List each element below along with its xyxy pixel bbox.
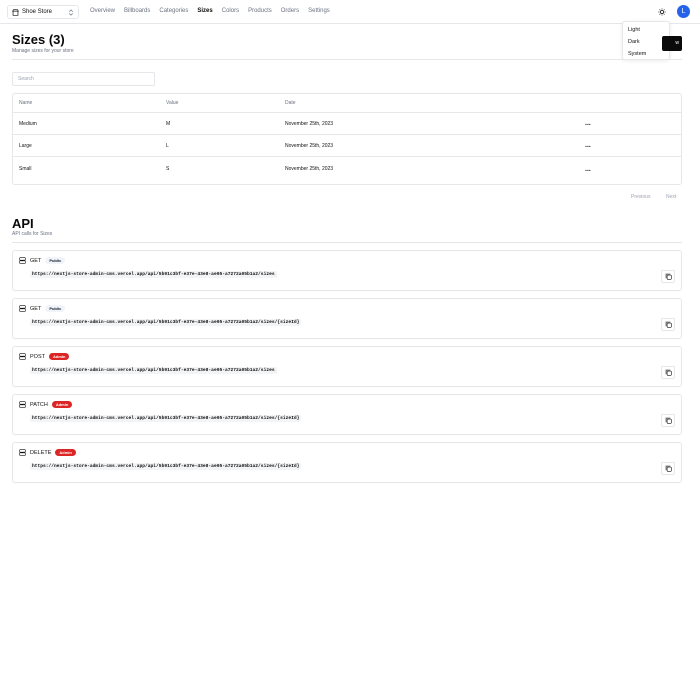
api-endpoint-header: GET Public xyxy=(19,257,66,264)
copy-button[interactable] xyxy=(661,414,675,427)
column-header-value: Value xyxy=(166,100,179,106)
cell-date: November 25th, 2023 xyxy=(285,142,334,149)
access-badge: Public xyxy=(45,257,66,264)
main-nav: Overview Billboards Categories Sizes Col… xyxy=(90,8,330,14)
nav-link-sizes[interactable]: Sizes xyxy=(197,8,212,14)
api-url: https://nextjs-store-admin-cms.vercel.ap… xyxy=(30,271,277,278)
cell-name: Large xyxy=(19,142,32,149)
copy-button[interactable] xyxy=(661,462,675,475)
api-method: DELETE xyxy=(30,449,52,456)
api-endpoint-card: PATCH Admin https://nextjs-store-admin-c… xyxy=(12,394,682,435)
copy-button[interactable] xyxy=(661,366,675,379)
nav-link-categories[interactable]: Categories xyxy=(159,8,188,14)
table-row: Small S November 25th, 2023 ... xyxy=(13,157,681,181)
nav-link-settings[interactable]: Settings xyxy=(308,8,330,14)
api-url: https://nextjs-store-admin-cms.vercel.ap… xyxy=(30,415,302,422)
cell-value: S xyxy=(166,166,170,172)
api-method: PATCH xyxy=(30,401,48,408)
column-header-date: Date xyxy=(285,100,296,106)
access-badge: Public xyxy=(45,305,66,312)
cell-date: November 25th, 2023 xyxy=(285,166,334,172)
store-icon xyxy=(12,8,19,16)
server-icon xyxy=(19,401,26,408)
access-badge: Admin xyxy=(51,401,73,408)
cell-name: Small xyxy=(19,166,32,172)
table-header-row: Name Value Date xyxy=(13,94,681,113)
row-actions-button[interactable]: ... xyxy=(585,135,591,156)
access-badge: Admin xyxy=(55,449,76,456)
api-url: https://nextjs-store-admin-cms.vercel.ap… xyxy=(30,463,302,470)
user-avatar[interactable]: L xyxy=(677,5,690,18)
server-icon xyxy=(19,449,26,456)
navbar: Shoe Store Overview Billboards Categorie… xyxy=(0,0,700,24)
api-endpoint-header: PATCH Admin xyxy=(19,401,73,408)
store-switcher-label: Shoe Store xyxy=(22,9,53,15)
api-endpoint-card: GET Public https://nextjs-store-admin-cm… xyxy=(12,298,682,339)
api-endpoint-card: DELETE Admin https://nextjs-store-admin-… xyxy=(12,442,682,483)
copy-icon xyxy=(665,273,672,280)
api-method: POST xyxy=(30,353,45,360)
copy-button[interactable] xyxy=(661,318,675,331)
nav-link-products[interactable]: Products xyxy=(248,8,272,14)
api-method: GET xyxy=(30,257,42,264)
api-section-description: API calls for Sizes xyxy=(12,231,53,237)
page-title: Sizes (3) xyxy=(12,32,65,47)
theme-toggle-button[interactable] xyxy=(656,6,668,18)
sun-icon xyxy=(658,8,666,16)
page-heading: Sizes (3) Manage sizes for your store xyxy=(12,32,74,54)
api-endpoint-card: POST Admin https://nextjs-store-admin-cm… xyxy=(12,346,682,387)
nav-link-colors[interactable]: Colors xyxy=(222,8,239,14)
server-icon xyxy=(19,353,26,360)
chevron-updown-icon xyxy=(69,8,73,16)
access-badge: Admin xyxy=(48,353,70,360)
copy-icon xyxy=(665,321,672,328)
previous-page-button[interactable]: Previous xyxy=(631,194,650,200)
column-header-name: Name xyxy=(19,100,33,106)
add-new-button-label: w xyxy=(675,40,679,46)
copy-button[interactable] xyxy=(661,270,675,283)
api-method: GET xyxy=(30,305,42,312)
copy-icon xyxy=(665,369,672,376)
cell-value: M xyxy=(166,120,171,127)
cell-value: L xyxy=(166,142,169,149)
page-description: Manage sizes for your store xyxy=(12,48,74,54)
cell-date: November 25th, 2023 xyxy=(285,120,334,127)
store-switcher[interactable]: Shoe Store xyxy=(7,5,79,19)
separator xyxy=(12,59,682,60)
separator xyxy=(12,242,682,243)
sizes-table: Name Value Date Medium M November 25th, … xyxy=(12,93,682,185)
api-section-title: API xyxy=(12,216,34,231)
api-endpoint-header: DELETE Admin xyxy=(19,449,76,456)
nav-link-overview[interactable]: Overview xyxy=(90,8,115,14)
api-endpoint-card: GET Public https://nextjs-store-admin-cm… xyxy=(12,250,682,291)
theme-menu-item-light[interactable]: Light xyxy=(623,24,669,36)
nav-link-billboards[interactable]: Billboards xyxy=(124,8,150,14)
api-endpoint-header: POST Admin xyxy=(19,353,70,360)
api-url: https://nextjs-store-admin-cms.vercel.ap… xyxy=(30,367,277,374)
cell-name: Medium xyxy=(19,120,37,127)
api-endpoint-header: GET Public xyxy=(19,305,66,312)
api-url: https://nextjs-store-admin-cms.vercel.ap… xyxy=(30,319,302,326)
nav-link-orders[interactable]: Orders xyxy=(281,8,299,14)
table-row: Large L November 25th, 2023 ... xyxy=(13,135,681,157)
table-row: Medium M November 25th, 2023 ... xyxy=(13,113,681,135)
search-input[interactable] xyxy=(12,72,155,86)
row-actions-button[interactable]: ... xyxy=(585,157,591,181)
server-icon xyxy=(19,305,26,312)
copy-icon xyxy=(665,417,672,424)
next-page-button[interactable]: Next xyxy=(666,194,676,200)
row-actions-button[interactable]: ... xyxy=(585,113,591,134)
add-new-button[interactable]: w xyxy=(662,36,682,51)
copy-icon xyxy=(665,465,672,472)
server-icon xyxy=(19,257,26,264)
